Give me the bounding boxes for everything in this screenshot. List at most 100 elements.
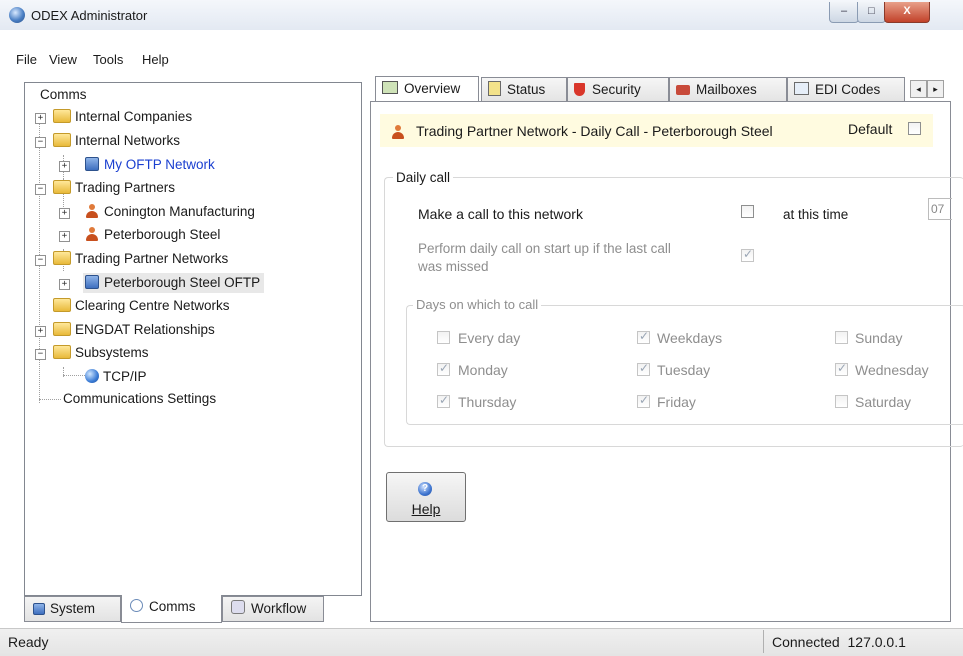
tree-item-label: Peterborough Steel <box>104 227 221 242</box>
menu-tools[interactable]: Tools <box>93 52 123 67</box>
make-call-label: Make a call to this network <box>418 206 583 222</box>
monday-checkbox[interactable] <box>437 361 450 376</box>
maximize-button[interactable]: □ <box>857 2 886 23</box>
tree-item-label: TCP/IP <box>103 369 147 384</box>
tree-item-internal-companies[interactable]: Internal Companies <box>53 107 192 127</box>
tab-comms[interactable]: Comms <box>121 595 222 623</box>
status-text: Ready <box>8 634 49 650</box>
friday-label: Friday <box>657 394 696 410</box>
trading-partner-icon <box>85 227 99 241</box>
tab-label: Status <box>507 82 546 97</box>
tab-mailboxes[interactable]: Mailboxes <box>669 77 787 101</box>
tree-root-comms[interactable]: Comms <box>40 85 87 105</box>
every-day-checkbox[interactable] <box>437 331 450 344</box>
tab-label: Workflow <box>251 601 307 616</box>
tree-item-peterborough-steel-oftp[interactable]: Peterborough Steel OFTP <box>83 273 265 293</box>
tree-item-label: Internal Networks <box>75 133 181 148</box>
folder-icon <box>53 109 71 123</box>
tree-item-trading-partner-networks[interactable]: Trading Partner Networks <box>53 249 228 269</box>
collapse-icon[interactable]: − <box>35 255 46 266</box>
tab-status[interactable]: Status <box>481 77 567 101</box>
folder-icon <box>53 345 71 359</box>
menu-help[interactable]: Help <box>142 52 169 67</box>
call-time-input[interactable]: 07 <box>928 198 952 220</box>
tab-label: Comms <box>149 599 196 614</box>
default-label: Default <box>848 121 893 137</box>
thursday-checkbox[interactable] <box>437 393 450 408</box>
tree-item-communications-settings[interactable]: Communications Settings <box>63 389 216 409</box>
tab-edi-codes[interactable]: EDI Codes <box>787 77 905 101</box>
tree-item-label: Peterborough Steel OFTP <box>104 275 261 290</box>
sunday-checkbox[interactable] <box>835 331 848 344</box>
every-day-label: Every day <box>458 330 521 346</box>
tab-scroll-left-button[interactable]: ◂ <box>910 80 927 98</box>
expand-icon[interactable]: + <box>35 113 46 124</box>
folder-icon <box>53 133 71 147</box>
tab-system[interactable]: System <box>24 596 121 622</box>
weekdays-label: Weekdays <box>657 330 723 346</box>
tab-label: Mailboxes <box>696 82 757 97</box>
menu-view[interactable]: View <box>49 52 77 67</box>
tree-item-conington-manufacturing[interactable]: Conington Manufacturing <box>85 202 255 222</box>
tree-item-engdat-relationships[interactable]: ENGDAT Relationships <box>53 320 215 340</box>
tree-item-my-oftp-network[interactable]: My OFTP Network <box>85 155 215 175</box>
tab-workflow[interactable]: Workflow <box>222 596 324 622</box>
expand-icon[interactable]: + <box>59 279 70 290</box>
tree-item-internal-networks[interactable]: Internal Networks <box>53 131 180 151</box>
help-button[interactable]: ? Help <box>386 472 466 522</box>
workflow-icon <box>231 600 245 614</box>
daily-call-group-label: Daily call <box>393 170 454 185</box>
tree-item-clearing-centre-networks[interactable]: Clearing Centre Networks <box>53 296 230 316</box>
wednesday-label: Wednesday <box>855 362 929 378</box>
app-icon <box>9 7 25 23</box>
tree-item-trading-partners[interactable]: Trading Partners <box>53 178 175 198</box>
tab-scroll-right-button[interactable]: ▸ <box>927 80 944 98</box>
tree-item-label: Subsystems <box>75 345 149 360</box>
status-icon <box>488 81 501 96</box>
saturday-checkbox[interactable] <box>835 395 848 408</box>
default-checkbox[interactable] <box>908 122 921 135</box>
tree-item-tcpip[interactable]: TCP/IP <box>85 367 147 387</box>
tree-item-peterborough-steel[interactable]: Peterborough Steel <box>85 225 220 245</box>
collapse-icon[interactable]: − <box>35 349 46 360</box>
help-button-label: Help <box>411 501 441 517</box>
at-time-label: at this time <box>783 207 849 222</box>
sunday-label: Sunday <box>855 330 903 346</box>
folder-icon <box>53 322 71 336</box>
tuesday-label: Tuesday <box>657 362 711 378</box>
perform-daily-call-label-line1: Perform daily call on start up if the la… <box>418 241 671 256</box>
weekdays-checkbox[interactable] <box>637 329 650 344</box>
perform-daily-call-checkbox[interactable] <box>741 247 754 262</box>
tab-security[interactable]: Security <box>567 77 669 101</box>
tree-item-label: ENGDAT Relationships <box>75 322 215 337</box>
status-divider <box>763 630 764 653</box>
friday-checkbox[interactable] <box>637 393 650 408</box>
collapse-icon[interactable]: − <box>35 184 46 195</box>
expand-icon[interactable]: + <box>35 326 46 337</box>
expand-icon[interactable]: + <box>59 231 70 242</box>
globe-icon <box>85 369 99 383</box>
tab-label: Security <box>592 82 641 97</box>
connection-status: Connected 127.0.0.1 <box>772 634 906 650</box>
days-group-label: Days on which to call <box>413 297 542 312</box>
tab-overview[interactable]: Overview <box>375 76 479 102</box>
tab-label: EDI Codes <box>815 82 881 97</box>
menu-file[interactable]: File <box>16 52 37 67</box>
tree-item-label: Conington Manufacturing <box>104 204 255 219</box>
collapse-icon[interactable]: − <box>35 137 46 148</box>
close-button[interactable]: X <box>884 2 930 23</box>
edi-codes-icon <box>794 82 809 95</box>
expand-icon[interactable]: + <box>59 208 70 219</box>
minimize-button[interactable]: – <box>829 2 859 23</box>
panel-title: Trading Partner Network - Daily Call - P… <box>416 123 773 139</box>
help-icon: ? <box>418 482 432 496</box>
tree-item-subsystems[interactable]: Subsystems <box>53 343 149 363</box>
make-call-checkbox[interactable] <box>741 205 754 218</box>
tuesday-checkbox[interactable] <box>637 361 650 376</box>
navigation-tree[interactable]: Comms + Internal Companies − Internal Ne… <box>24 82 362 596</box>
tree-item-label: Clearing Centre Networks <box>75 298 230 313</box>
tab-label: System <box>50 601 96 616</box>
wednesday-checkbox[interactable] <box>835 361 848 376</box>
window-title: ODEX Administrator <box>31 8 148 23</box>
expand-icon[interactable]: + <box>59 161 70 172</box>
